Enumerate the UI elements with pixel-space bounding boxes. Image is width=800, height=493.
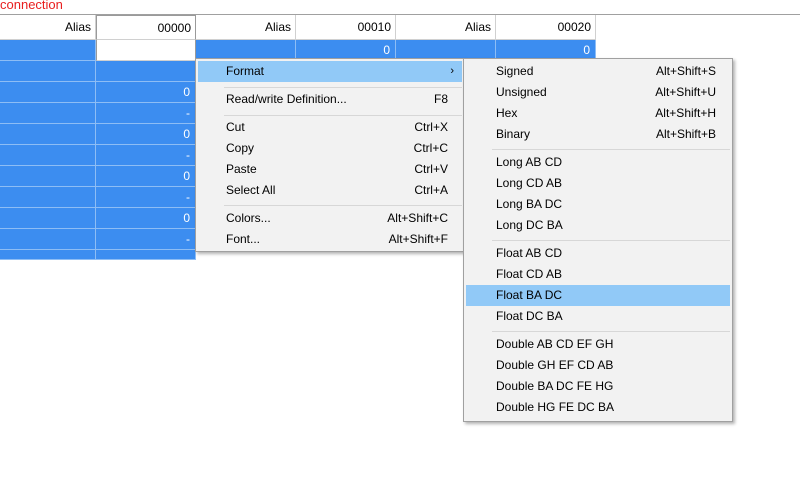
context-menu: Format › Read/write Definition... F8 Cut… [195,58,465,252]
menu-separator [492,331,730,332]
table-cell[interactable] [0,40,96,61]
menu-item-double-hg-fe-dc-ba[interactable]: Double HG FE DC BA [466,397,730,418]
menu-item-hex[interactable]: Hex Alt+Shift+H [466,103,730,124]
column-header-alias[interactable]: Alias [196,15,296,40]
menu-item-long-ba-dc[interactable]: Long BA DC [466,194,730,215]
table-cell[interactable] [0,208,96,229]
table-cell[interactable]: - [96,103,196,124]
table-cell[interactable] [0,229,96,250]
menu-item-paste[interactable]: Paste Ctrl+V [198,159,462,180]
menu-separator [492,149,730,150]
menu-separator [492,240,730,241]
table-cell[interactable] [0,61,96,82]
table-cell[interactable]: - [96,187,196,208]
menu-item-read-write-definition[interactable]: Read/write Definition... F8 [198,89,462,110]
menu-item-signed[interactable]: Signed Alt+Shift+S [466,61,730,82]
table-cell[interactable] [0,166,96,187]
menu-item-float-dc-ba[interactable]: Float DC BA [466,306,730,327]
menu-item-binary[interactable]: Binary Alt+Shift+B [466,124,730,145]
column-header-00020[interactable]: 00020 [496,15,596,40]
menu-item-float-ab-cd[interactable]: Float AB CD [466,243,730,264]
table-cell[interactable] [96,61,196,82]
table-cell[interactable] [0,103,96,124]
table-cell[interactable]: - [96,145,196,166]
menu-item-font[interactable]: Font... Alt+Shift+F [198,229,462,250]
table-cell[interactable]: 0 [96,166,196,187]
table-cell[interactable] [0,124,96,145]
table-cell[interactable] [0,250,96,260]
menu-item-unsigned[interactable]: Unsigned Alt+Shift+U [466,82,730,103]
menu-item-float-ba-dc[interactable]: Float BA DC [466,285,730,306]
chevron-right-icon: › [450,65,454,77]
menu-item-long-cd-ab[interactable]: Long CD AB [466,173,730,194]
column-header-00000[interactable]: 00000 [96,15,196,40]
table-cell[interactable] [96,250,196,260]
table-cell[interactable]: 0 [96,82,196,103]
column-header-00010[interactable]: 00010 [296,15,396,40]
table-cell[interactable]: 0 [96,124,196,145]
menu-item-long-ab-cd[interactable]: Long AB CD [466,152,730,173]
menu-separator [224,205,462,206]
menu-item-format[interactable]: Format › [198,61,462,82]
table-cell[interactable] [0,187,96,208]
table-cell[interactable] [0,145,96,166]
menu-item-select-all[interactable]: Select All Ctrl+A [198,180,462,201]
menu-item-double-ba-dc-fe-hg[interactable]: Double BA DC FE HG [466,376,730,397]
menu-item-double-ab-cd-ef-gh[interactable]: Double AB CD EF GH [466,334,730,355]
table-cell[interactable]: - [96,229,196,250]
menu-item-colors[interactable]: Colors... Alt+Shift+C [198,208,462,229]
menu-item-long-dc-ba[interactable]: Long DC BA [466,215,730,236]
status-text: connection [0,0,63,12]
format-submenu: Signed Alt+Shift+S Unsigned Alt+Shift+U … [463,58,733,422]
menu-item-float-cd-ab[interactable]: Float CD AB [466,264,730,285]
table-cell[interactable] [0,82,96,103]
table-cell[interactable]: 0 [96,208,196,229]
table-cell[interactable] [96,40,196,61]
column-header-alias[interactable]: Alias [0,15,96,40]
menu-item-cut[interactable]: Cut Ctrl+X [198,117,462,138]
menu-item-double-gh-ef-cd-ab[interactable]: Double GH EF CD AB [466,355,730,376]
menu-separator [224,115,462,116]
menu-separator [224,87,462,88]
column-header-alias[interactable]: Alias [396,15,496,40]
menu-item-copy[interactable]: Copy Ctrl+C [198,138,462,159]
